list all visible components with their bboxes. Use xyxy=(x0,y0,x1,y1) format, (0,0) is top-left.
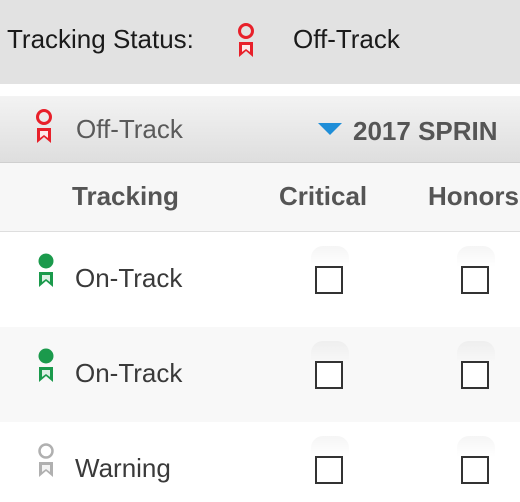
column-header-tracking: Tracking xyxy=(72,181,179,211)
row-status-label: Warning xyxy=(75,453,171,483)
column-header-honors: Honors xyxy=(428,181,519,211)
ribbon-award-icon xyxy=(236,22,256,58)
checkbox-box[interactable] xyxy=(315,266,343,294)
critical-checkbox[interactable] xyxy=(311,246,349,316)
checkbox-box[interactable] xyxy=(461,361,489,389)
tracking-status-header: Tracking Status: Off-Track xyxy=(0,0,520,84)
term-toggle[interactable]: 2017 SPRIN xyxy=(318,116,498,146)
ribbon-award-icon xyxy=(36,252,56,288)
table-row: On-Track xyxy=(0,327,520,422)
section-status-label: Off-Track xyxy=(76,114,183,144)
ribbon-award-icon xyxy=(34,108,54,144)
honors-checkbox[interactable] xyxy=(457,341,495,411)
ribbon-award-icon xyxy=(36,347,56,383)
tracking-status-label: Tracking Status: xyxy=(7,24,194,54)
checkbox-box[interactable] xyxy=(315,361,343,389)
row-status-label: On-Track xyxy=(75,358,183,388)
tracking-page: Tracking Status: Off-Track Off-Track 201… xyxy=(0,0,520,502)
critical-checkbox[interactable] xyxy=(311,341,349,411)
critical-checkbox[interactable] xyxy=(311,436,349,502)
table-row: Warning xyxy=(0,422,520,502)
ribbon-award-icon xyxy=(36,442,56,478)
column-header-critical: Critical xyxy=(279,181,368,211)
term-section-bar: Off-Track 2017 SPRIN xyxy=(0,96,520,163)
row-status-label: On-Track xyxy=(75,263,183,293)
checkbox-box[interactable] xyxy=(461,266,489,294)
tracking-table-body: On-Track On-Track Warning xyxy=(0,232,520,502)
honors-checkbox[interactable] xyxy=(457,246,495,316)
triangle-down-icon xyxy=(318,123,342,135)
term-label: 2017 SPRIN xyxy=(353,116,498,146)
table-row: On-Track xyxy=(0,232,520,327)
table-header: Tracking Critical Honors xyxy=(0,163,520,232)
header-spacer xyxy=(0,84,520,96)
honors-checkbox[interactable] xyxy=(457,436,495,502)
checkbox-box[interactable] xyxy=(315,456,343,484)
checkbox-box[interactable] xyxy=(461,456,489,484)
tracking-status-value: Off-Track xyxy=(293,24,400,54)
